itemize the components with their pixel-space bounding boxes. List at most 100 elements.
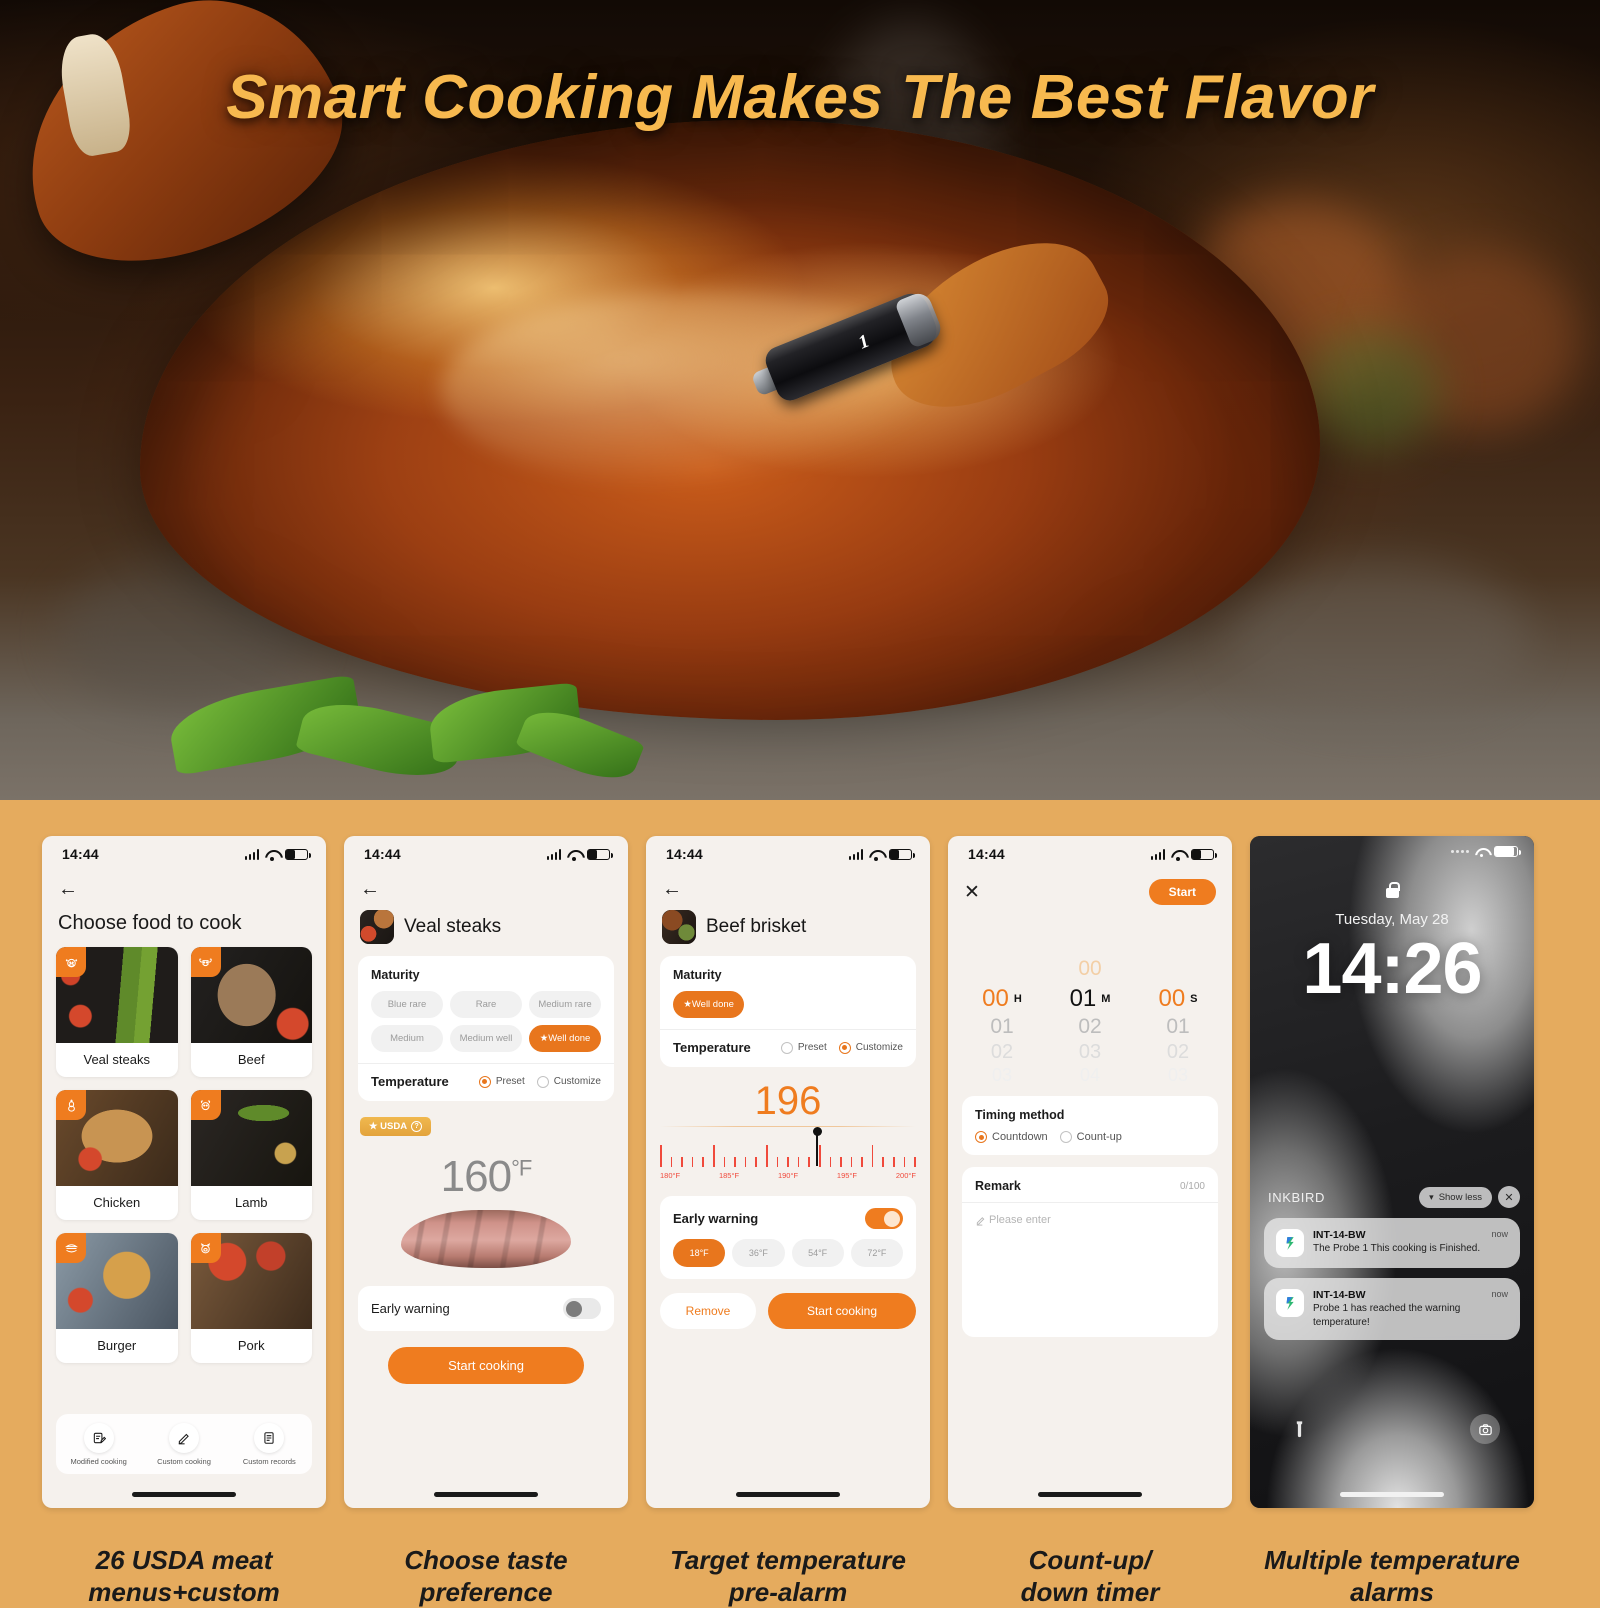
warning-offset[interactable]: 54°F — [791, 1239, 844, 1267]
timing-option-countdown[interactable]: Countdown — [975, 1131, 1048, 1143]
radio-dot-icon — [536, 1075, 549, 1088]
remove-button[interactable]: Remove — [660, 1293, 756, 1329]
temp-mode-preset[interactable]: Preset — [780, 1041, 827, 1054]
caption-line: down timer — [1020, 1576, 1160, 1607]
back-button[interactable]: ← — [360, 879, 380, 899]
chevron-down-icon: ▾ — [1429, 1191, 1434, 1202]
temperature-unit: °F — [511, 1155, 532, 1181]
hours-wheel[interactable]: 00 H 01 02 03 — [973, 957, 1031, 1085]
caption-prealarm: Target temperature pre-alarm — [646, 1545, 930, 1608]
usda-badge[interactable]: ★ USDA ? — [360, 1117, 432, 1136]
tick-label: 200°F — [895, 1171, 916, 1180]
food-card[interactable]: Lamb — [190, 1090, 312, 1220]
food-name: Veal steaks — [83, 1052, 151, 1067]
food-card[interactable]: Burger — [56, 1233, 178, 1363]
temperature-mode-row: Temperature Preset Customize — [371, 1064, 601, 1089]
remark-input[interactable]: Please enter — [975, 1203, 1205, 1226]
maturity-option[interactable]: Rare — [450, 991, 522, 1018]
status-icons — [848, 848, 915, 861]
caption-line: Target temperature — [670, 1545, 906, 1575]
radio-label: Preset — [495, 1076, 525, 1087]
chicken-icon — [56, 1090, 86, 1120]
maturity-option-selected[interactable]: ★Well done — [529, 1025, 601, 1052]
early-warning-toggle[interactable] — [865, 1208, 903, 1229]
notification-item[interactable]: INT-14-BW The Probe 1 This cooking is Fi… — [1264, 1218, 1520, 1268]
warning-offset[interactable]: 36°F — [732, 1239, 785, 1267]
timing-method-options: Countdown Count-up — [975, 1131, 1205, 1143]
wheel-unit: H — [1013, 993, 1022, 1005]
caption-alarms: Multiple temperature alarms — [1250, 1545, 1534, 1608]
wheel-prev: 00 — [1078, 957, 1102, 980]
tab-modified-cooking[interactable]: Modified cooking — [56, 1423, 140, 1466]
battery-icon — [587, 848, 613, 860]
close-button[interactable]: ✕ — [964, 883, 980, 902]
caption-timer: Count-up/ down timer — [948, 1545, 1232, 1608]
app-logo-glyph — [1286, 1296, 1294, 1310]
help-icon[interactable]: ? — [411, 1121, 423, 1132]
caption-line: preference — [419, 1576, 553, 1607]
maturity-option[interactable]: Medium — [371, 1025, 443, 1052]
warning-offset-selected[interactable]: 18°F — [673, 1239, 726, 1267]
notification-text: Probe 1 has reached the warning temperat… — [1313, 1303, 1461, 1328]
early-warning-toggle[interactable] — [563, 1298, 601, 1319]
battery-icon — [889, 848, 915, 860]
maturity-option[interactable]: Medium well — [450, 1025, 522, 1052]
start-cooking-button[interactable]: Start cooking — [388, 1347, 584, 1384]
notification-body: INT-14-BW The Probe 1 This cooking is Fi… — [1313, 1229, 1482, 1257]
temperature-mode-row: Temperature Preset Customize — [673, 1030, 903, 1055]
home-indicator — [1340, 1492, 1444, 1497]
status-icons — [546, 848, 613, 861]
home-indicator — [736, 1492, 840, 1497]
app-logo-glyph — [1286, 1236, 1294, 1250]
food-card[interactable]: Veal steaks — [56, 947, 178, 1077]
wheel-next: 02 — [1078, 1015, 1102, 1038]
minutes-wheel[interactable]: 00 01 M 02 03 04 — [1061, 957, 1119, 1085]
duration-picker[interactable]: 00 H 01 02 03 00 01 M 02 03 04 00 S 01 0… — [948, 946, 1232, 1096]
clear-notifications-button[interactable]: ✕ — [1498, 1186, 1520, 1208]
food-photo — [190, 1090, 312, 1186]
signal-icon — [244, 848, 259, 860]
slider-handle[interactable] — [812, 1127, 822, 1166]
tab-custom-records[interactable]: Custom records — [227, 1423, 311, 1466]
wheel-next3: 04 — [1079, 1065, 1101, 1085]
temp-mode-customize[interactable]: Customize — [536, 1075, 601, 1088]
tab-custom-cooking[interactable]: Custom cooking — [142, 1423, 226, 1466]
timing-option-countup[interactable]: Count-up — [1059, 1131, 1122, 1143]
seconds-wheel[interactable]: 00 S 01 02 03 — [1149, 957, 1207, 1085]
maturity-option[interactable]: Medium rare — [529, 991, 601, 1018]
notification-item[interactable]: INT-14-BW Probe 1 has reached the warnin… — [1264, 1278, 1520, 1340]
wheel-next3: 03 — [991, 1065, 1013, 1085]
maturity-card: Maturity ★Well done Temperature Preset C… — [660, 956, 916, 1067]
maturity-option[interactable]: Blue rare — [371, 991, 443, 1018]
bull-icon — [190, 947, 221, 977]
start-button[interactable]: Start — [1148, 879, 1216, 905]
status-icons — [1150, 848, 1217, 861]
wheel-next: 01 — [1166, 1015, 1190, 1038]
food-card[interactable]: Pork — [190, 1233, 312, 1363]
camera-icon[interactable] — [1470, 1414, 1500, 1444]
radio-dot-icon — [780, 1041, 793, 1054]
temperature-value: 160 — [440, 1152, 512, 1201]
food-photo — [190, 947, 312, 1043]
notification-text: The Probe 1 This cooking is Finished. — [1313, 1243, 1481, 1254]
start-cooking-button[interactable]: Start cooking — [768, 1293, 916, 1329]
tick-label: 180°F — [660, 1171, 681, 1180]
food-card[interactable]: Chicken — [56, 1090, 178, 1220]
maturity-option-selected[interactable]: ★Well done — [673, 991, 745, 1018]
status-bar: 14:44 — [646, 836, 930, 872]
back-button[interactable]: ← — [58, 879, 78, 899]
lock-screen-controls — [1250, 1414, 1534, 1444]
temp-mode-customize[interactable]: Customize — [838, 1041, 903, 1054]
timing-method-card: Timing method Countdown Count-up — [962, 1096, 1218, 1155]
temperature-slider[interactable]: 180°F 185°F 190°F 195°F 200°F — [660, 1126, 916, 1180]
nav-bar: ← — [42, 872, 326, 906]
flashlight-icon[interactable] — [1284, 1414, 1314, 1444]
radio-label: Customize — [855, 1042, 903, 1053]
inkbird-app-icon — [1276, 1289, 1304, 1317]
show-less-button[interactable]: ▾ Show less — [1419, 1186, 1492, 1208]
back-button[interactable]: ← — [662, 879, 682, 899]
food-card[interactable]: Beef — [190, 947, 312, 1077]
temp-mode-preset[interactable]: Preset — [478, 1075, 525, 1088]
wheel-prev — [1149, 957, 1207, 983]
warning-offset[interactable]: 72°F — [850, 1239, 903, 1267]
